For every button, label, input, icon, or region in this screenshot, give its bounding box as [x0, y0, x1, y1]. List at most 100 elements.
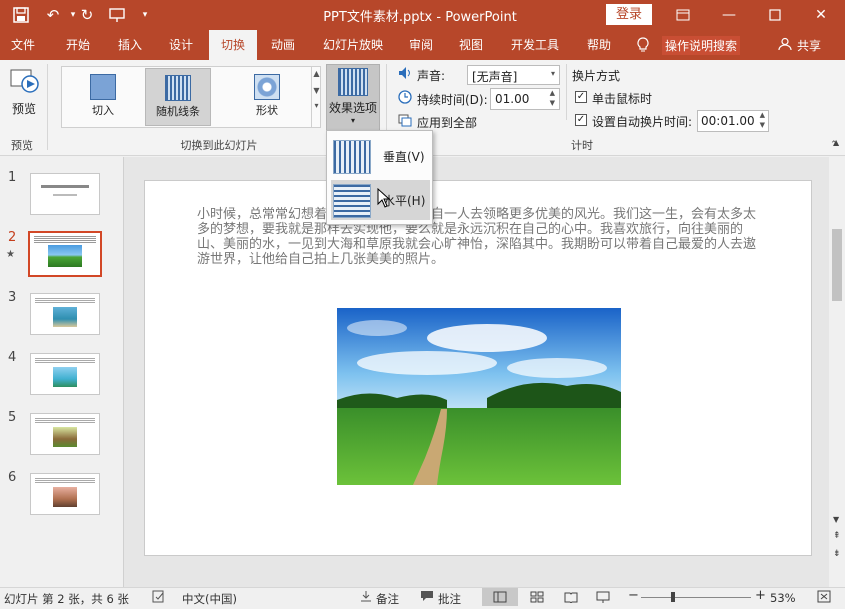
slide-thumbnail-1[interactable]	[30, 173, 100, 215]
vertical-scrollbar[interactable]: ▼ ⇞ ⇟	[829, 157, 845, 587]
transition-label: 随机线条	[156, 105, 200, 118]
transition-cut[interactable]: 切入	[70, 68, 136, 126]
zoom-slider[interactable]	[641, 597, 751, 598]
tab-review[interactable]: 审阅	[398, 30, 444, 60]
maximize-icon[interactable]	[752, 0, 798, 30]
zoom-slider-handle[interactable]	[671, 592, 675, 602]
sound-select[interactable]: [无声音] ▾	[467, 65, 560, 85]
after-time-spinner[interactable]: 00:01.00 ▲ ▼	[697, 110, 769, 132]
next-slide-icon[interactable]: ⇟	[833, 549, 841, 559]
notes-icon[interactable]	[360, 590, 372, 605]
tab-file[interactable]: 文件	[0, 30, 46, 60]
mouse-cursor-icon	[377, 187, 391, 211]
spin-down-icon[interactable]: ▼	[760, 121, 765, 129]
spellcheck-icon[interactable]	[152, 590, 166, 606]
spin-up-icon[interactable]: ▲	[760, 111, 765, 119]
random-bars-icon	[165, 75, 191, 101]
notes-button[interactable]: 备注	[376, 591, 399, 607]
normal-view-button[interactable]	[482, 588, 518, 606]
tab-transitions[interactable]: 切换	[209, 30, 257, 60]
thumb-text	[35, 478, 95, 484]
vertical-bars-icon	[333, 140, 371, 174]
tell-me-search[interactable]: 操作说明搜索	[662, 36, 741, 55]
start-slideshow-icon[interactable]	[106, 4, 128, 26]
save-icon[interactable]	[10, 4, 32, 26]
tab-home[interactable]: 开始	[54, 30, 102, 60]
reading-view-icon[interactable]	[564, 591, 578, 606]
slide-body-text[interactable]: 小时候，总常常幻想着，长大以后可以独自一人去领略更多优美的风光。我们这一生，会有…	[197, 207, 762, 267]
tab-developer[interactable]: 开发工具	[498, 30, 572, 60]
login-button[interactable]: 登录	[606, 4, 652, 25]
sound-value: [无声音]	[472, 70, 518, 84]
comments-icon[interactable]	[420, 590, 434, 605]
spin-down-icon[interactable]: ▼	[550, 99, 555, 107]
tab-design[interactable]: 设计	[157, 30, 205, 60]
apply-all-button[interactable]: 应用到全部	[417, 114, 477, 131]
share-icon[interactable]	[778, 37, 792, 54]
tab-slideshow[interactable]: 幻灯片放映	[312, 30, 394, 60]
transition-shape[interactable]: 形状	[234, 68, 300, 126]
minimize-icon[interactable]: —	[706, 0, 752, 30]
transition-random-bars[interactable]: 随机线条	[145, 68, 211, 126]
chevron-down-icon: ▾	[550, 69, 555, 78]
slideshow-view-icon[interactable]	[596, 591, 610, 606]
scroll-thumb[interactable]	[832, 229, 842, 301]
slide-thumbnail-pane: 1 2 ★ 3 4 5 6	[0, 157, 124, 587]
on-click-checkbox[interactable]: ✓	[575, 91, 587, 103]
title-bar: ↶ ▾ ↻ ▾ PPT文件素材.pptx - PowerPoint 登录 — ✕	[0, 0, 845, 30]
undo-icon[interactable]: ↶	[42, 4, 64, 26]
tab-view[interactable]: 视图	[448, 30, 494, 60]
scroll-down-icon[interactable]: ▼	[312, 86, 321, 95]
more-icon[interactable]: ▾	[312, 101, 321, 110]
transition-gallery: 切入 随机线条 形状 ▲ ▼ ▾	[61, 66, 321, 128]
clock-icon	[398, 90, 412, 107]
transition-label: 切入	[92, 104, 114, 117]
share-button[interactable]: 共享	[797, 37, 821, 54]
zoom-out-icon[interactable]: −	[628, 588, 639, 603]
redo-icon[interactable]: ↻	[76, 4, 98, 26]
scroll-up-icon[interactable]: ▲	[312, 69, 321, 78]
thumb-image	[53, 307, 77, 327]
star-icon: ★	[6, 249, 15, 260]
fit-to-window-icon[interactable]	[817, 590, 831, 606]
ribbon-display-options-icon[interactable]	[660, 0, 706, 30]
scroll-up-arrow[interactable]: ▲	[833, 138, 839, 147]
spin-up-icon[interactable]: ▲	[550, 89, 555, 97]
after-time-label: 设置自动换片时间:	[592, 115, 693, 129]
tab-help[interactable]: 帮助	[576, 30, 622, 60]
thumb-text	[34, 236, 96, 243]
on-click-label: 单击鼠标时	[592, 92, 653, 106]
slide-sorter-icon[interactable]	[530, 591, 544, 606]
tab-animations[interactable]: 动画	[260, 30, 306, 60]
slide-number: 4	[8, 350, 17, 365]
menu-item-label: 垂直(V)	[383, 150, 425, 164]
close-icon[interactable]: ✕	[798, 0, 844, 30]
slide-thumbnail-3[interactable]	[30, 293, 100, 335]
language-status[interactable]: 中文(中国)	[182, 591, 237, 607]
duration-spinner[interactable]: 01.00 ▲ ▼	[490, 88, 560, 110]
tab-insert[interactable]: 插入	[106, 30, 154, 60]
slide-thumbnail-2[interactable]	[28, 231, 102, 277]
status-bar: 幻灯片 第 2 张，共 6 张 中文(中国) 备注 批注 − + 53%	[0, 587, 845, 606]
thumb-image	[53, 487, 77, 507]
duration-value: 01.00	[495, 92, 530, 106]
landscape-image[interactable]	[337, 308, 621, 485]
zoom-level[interactable]: 53%	[770, 591, 796, 605]
slide-canvas[interactable]: 小时候，总常常幻想着，长大以后可以独自一人去领略更多优美的风光。我们这一生，会有…	[144, 180, 812, 556]
comments-button[interactable]: 批注	[438, 591, 461, 607]
previous-slide-icon[interactable]: ⇞	[833, 531, 841, 541]
effect-options-label: 效果选项	[328, 101, 377, 115]
slide-thumbnail-4[interactable]	[30, 353, 100, 395]
gallery-scroll[interactable]: ▲ ▼ ▾	[311, 67, 321, 127]
slide-thumbnail-5[interactable]	[30, 413, 100, 455]
scroll-down-arrow[interactable]: ▼	[833, 515, 839, 524]
effect-options-button[interactable]: 效果选项 ▾	[326, 64, 380, 132]
after-time-checkbox[interactable]: ✓	[575, 114, 587, 126]
advance-slide-title: 换片方式	[572, 69, 621, 83]
customize-toolbar-icon[interactable]: ▾	[134, 4, 156, 26]
zoom-in-icon[interactable]: +	[755, 588, 766, 603]
slide-thumbnail-6[interactable]	[30, 473, 100, 515]
preview-button[interactable]: 预览	[6, 66, 42, 126]
thumb-text	[35, 358, 95, 364]
menu-item-vertical[interactable]: 垂直(V)	[331, 136, 430, 176]
